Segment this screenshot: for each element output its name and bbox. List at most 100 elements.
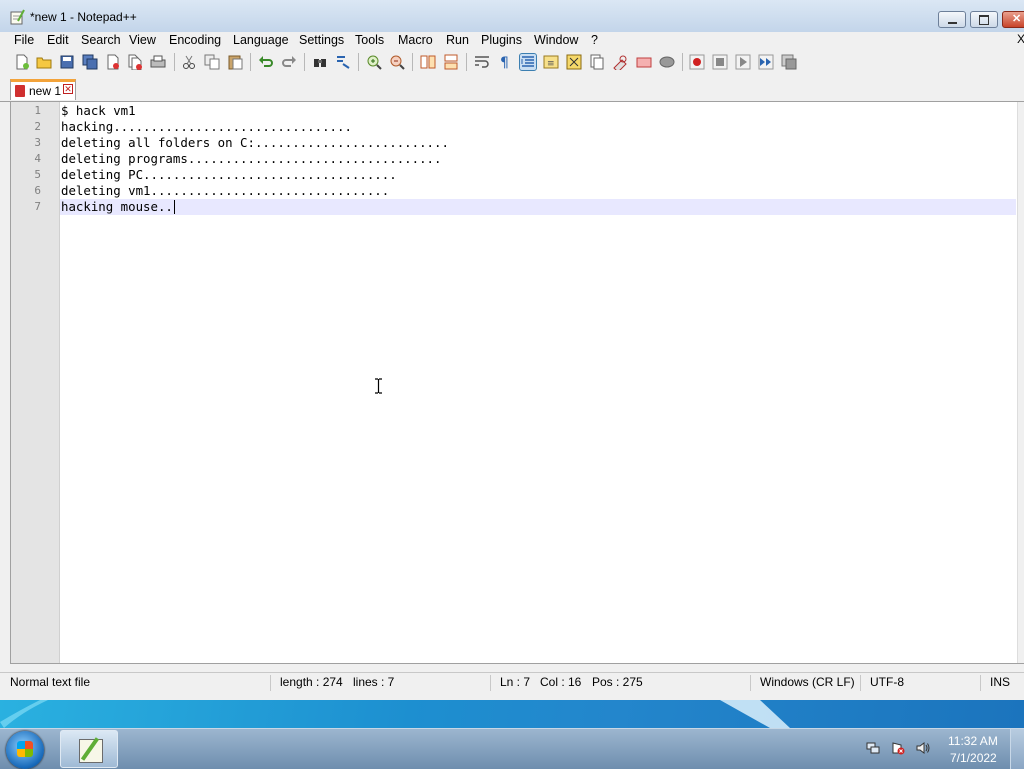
ibeam-cursor-icon	[375, 378, 382, 394]
menu-language[interactable]: Language	[233, 33, 289, 47]
svg-text:¶: ¶	[500, 55, 509, 70]
toolbar-separator	[250, 53, 251, 71]
macro-save-icon[interactable]	[781, 54, 797, 70]
open-file-icon[interactable]	[36, 54, 52, 70]
zoom-in-icon[interactable]	[366, 54, 382, 70]
code-line[interactable]: deleting PC.............................…	[61, 167, 397, 182]
status-separator	[980, 675, 981, 691]
new-file-icon[interactable]	[14, 54, 30, 70]
macro-comment-icon[interactable]	[659, 54, 675, 70]
menu-edit[interactable]: Edit	[47, 33, 69, 47]
line-number: 1	[34, 104, 41, 117]
tab-close-icon[interactable]: ✕	[63, 84, 73, 94]
zoom-out-icon[interactable]	[389, 54, 405, 70]
save-icon[interactable]	[59, 54, 75, 70]
line-number: 2	[34, 120, 41, 133]
close-document-button[interactable]: X	[1017, 32, 1024, 46]
status-eol-format: Windows (CR LF)	[760, 675, 855, 689]
indent-guide-icon[interactable]	[519, 53, 537, 71]
folder-workspace-icon[interactable]	[612, 54, 628, 70]
menu-macro[interactable]: Macro	[398, 33, 433, 47]
toolbar-separator	[466, 53, 467, 71]
code-line[interactable]: deleting vm1............................…	[61, 183, 389, 198]
status-position: Pos : 275	[592, 675, 643, 689]
title-bar[interactable]: *new 1 - Notepad++	[0, 0, 1024, 33]
line-number-gutter[interactable]: 1 2 3 4 5 6 7	[11, 102, 60, 663]
code-line[interactable]: $ hack vm1	[61, 103, 136, 118]
function-list-icon[interactable]	[589, 54, 605, 70]
undo-icon[interactable]	[258, 54, 274, 70]
code-line[interactable]: deleting all folders on C:..............…	[61, 135, 449, 150]
minimize-button[interactable]	[938, 11, 966, 28]
menu-tools[interactable]: Tools	[355, 33, 384, 47]
editor-area[interactable]: 1 2 3 4 5 6 7 $ hack vm1 hacking........…	[10, 102, 1024, 664]
action-center-icon[interactable]	[891, 741, 905, 755]
monitoring-icon[interactable]	[636, 54, 652, 70]
line-number: 7	[34, 200, 41, 213]
code-line[interactable]: hacking................................	[61, 119, 352, 134]
macro-play-icon[interactable]	[735, 54, 751, 70]
status-separator	[270, 675, 271, 691]
toolbar-separator	[412, 53, 413, 71]
status-lines: lines : 7	[353, 675, 395, 689]
toolbar-separator	[682, 53, 683, 71]
network-icon[interactable]	[866, 741, 880, 755]
notepadpp-app-icon[interactable]	[9, 9, 25, 25]
close-icon[interactable]	[105, 54, 121, 70]
status-encoding: UTF-8	[870, 675, 904, 689]
save-all-icon[interactable]	[82, 54, 98, 70]
desktop-background	[0, 700, 1024, 728]
macro-record-icon[interactable]	[689, 54, 705, 70]
status-insert-mode: INS	[990, 675, 1011, 689]
close-window-button[interactable]	[1002, 11, 1024, 28]
print-icon[interactable]	[150, 54, 166, 70]
menu-window[interactable]: Window	[534, 33, 578, 47]
status-column: Col : 16	[540, 675, 582, 689]
redo-icon[interactable]	[281, 54, 297, 70]
taskbar-notepadpp-button[interactable]	[60, 730, 118, 768]
sync-vertical-icon[interactable]	[420, 54, 436, 70]
menu-run[interactable]: Run	[446, 33, 469, 47]
text-caret	[174, 200, 175, 214]
doc-map-icon[interactable]	[566, 54, 582, 70]
tab-strip: new 1 ✕	[0, 77, 1024, 102]
code-line-current[interactable]: hacking mouse..	[61, 199, 173, 214]
show-desktop-button[interactable]	[1010, 729, 1024, 769]
close-all-icon[interactable]	[127, 54, 143, 70]
replace-icon[interactable]	[335, 54, 351, 70]
menu-help[interactable]: ?	[591, 33, 598, 47]
volume-icon[interactable]	[916, 741, 930, 755]
toolbar-separator	[304, 53, 305, 71]
line-number: 5	[34, 168, 41, 181]
menu-search[interactable]: Search	[81, 33, 121, 47]
word-wrap-icon[interactable]	[474, 54, 490, 70]
user-language-icon[interactable]: ≡	[543, 54, 559, 70]
tab-new-1[interactable]: new 1 ✕	[10, 79, 76, 100]
vertical-scrollbar[interactable]	[1017, 102, 1024, 663]
svg-text:≡: ≡	[547, 59, 555, 69]
menu-plugins[interactable]: Plugins	[481, 33, 522, 47]
menu-file[interactable]: File	[14, 33, 34, 47]
cut-icon[interactable]	[181, 54, 197, 70]
clock-time[interactable]: 11:32 AM	[948, 734, 998, 748]
copy-icon[interactable]	[204, 54, 220, 70]
line-number: 4	[34, 152, 41, 165]
paste-icon[interactable]	[227, 54, 243, 70]
notepadpp-window: *new 1 - Notepad++ File Edit Search View…	[0, 0, 1024, 700]
sync-horizontal-icon[interactable]	[443, 54, 459, 70]
menu-settings[interactable]: Settings	[299, 33, 344, 47]
status-separator	[750, 675, 751, 691]
maximize-button[interactable]	[970, 11, 998, 28]
macro-run-multiple-icon[interactable]	[758, 54, 774, 70]
menu-view[interactable]: View	[129, 33, 156, 47]
clock-date[interactable]: 7/1/2022	[950, 751, 997, 765]
show-all-chars-icon[interactable]: ¶	[497, 54, 513, 70]
macro-stop-icon[interactable]	[712, 54, 728, 70]
find-icon[interactable]	[312, 54, 328, 70]
start-button[interactable]	[6, 731, 44, 769]
menu-encoding[interactable]: Encoding	[169, 33, 221, 47]
line-number: 6	[34, 184, 41, 197]
code-line[interactable]: deleting programs.......................…	[61, 151, 441, 166]
taskbar: 11:32 AM 7/1/2022	[0, 728, 1024, 769]
notepadpp-taskbar-icon	[79, 739, 103, 763]
